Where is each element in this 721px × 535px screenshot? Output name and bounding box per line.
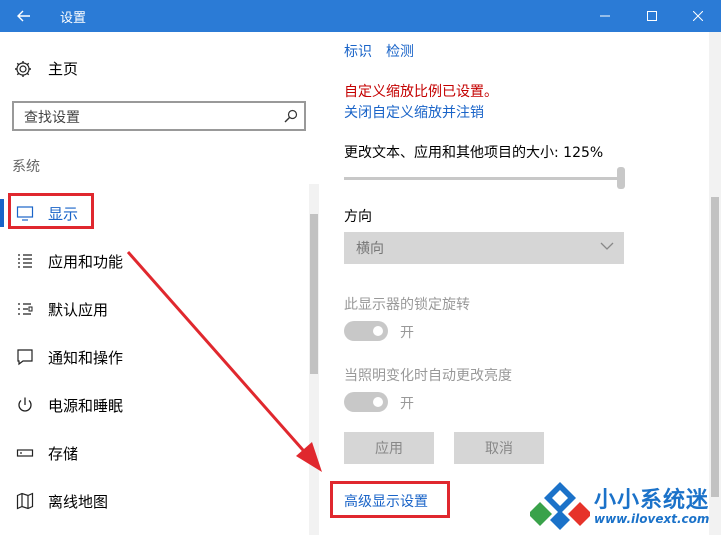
auto-brightness-state: 开: [400, 396, 414, 412]
display-links: 标识 检测: [344, 41, 428, 61]
watermark: 小小系统迷 www.ilovext.com: [530, 478, 720, 534]
title-bar: 设置: [0, 0, 721, 32]
sidebar-item-offline-maps[interactable]: 离线地图: [0, 481, 308, 521]
back-arrow-icon: [17, 10, 30, 22]
main-content: 标识 检测 自定义缩放比例已设置。 关闭自定义缩放并注销 更改文本、应用和其他项目…: [321, 32, 721, 535]
disable-custom-scale-link[interactable]: 关闭自定义缩放并注销: [344, 102, 484, 122]
close-button[interactable]: [675, 0, 721, 32]
toggle-knob: [373, 326, 383, 336]
sidebar-item-label: 通知和操作: [48, 349, 124, 367]
sidebar-item-label: 主页: [48, 60, 79, 78]
search-icon[interactable]: [284, 109, 298, 123]
gear-icon: [15, 60, 31, 77]
active-indicator: [0, 199, 4, 227]
minimize-button[interactable]: [582, 0, 628, 32]
sidebar-item-storage[interactable]: 存储: [0, 433, 308, 473]
list-icon: [16, 252, 34, 270]
rotation-lock-label: 此显示器的锁定旋转: [344, 297, 470, 313]
sidebar-item-power-sleep[interactable]: 电源和睡眠: [0, 385, 308, 425]
toggle-knob: [373, 397, 383, 407]
custom-scale-notice: 自定义缩放比例已设置。: [344, 84, 498, 100]
sidebar: 主页 查找设置 系统 显示 应用和功能 默认应用 通知和操作 电源和睡眠 存储 …: [0, 32, 321, 535]
back-button[interactable]: [0, 0, 48, 32]
power-icon: [16, 396, 34, 414]
sidebar-item-label: 应用和功能: [48, 253, 124, 271]
default-apps-icon: [16, 300, 34, 318]
sidebar-scrollbar-thumb[interactable]: [310, 214, 318, 374]
auto-brightness-toggle[interactable]: [344, 392, 388, 412]
map-icon: [16, 492, 34, 510]
rotation-lock-state: 开: [400, 325, 414, 341]
scale-slider-track[interactable]: [344, 177, 622, 180]
scale-label: 更改文本、应用和其他项目的大小: 125%: [344, 145, 604, 161]
sidebar-item-label: 默认应用: [48, 301, 109, 319]
content-scrollbar[interactable]: [709, 32, 721, 535]
watermark-logo-icon: [530, 482, 590, 530]
sidebar-scrollbar[interactable]: [309, 184, 319, 535]
sidebar-item-label: 存储: [48, 445, 79, 463]
auto-brightness-label: 当照明变化时自动更改亮度: [344, 368, 512, 384]
section-label: 系统: [12, 159, 40, 175]
cancel-button[interactable]: 取消: [454, 432, 544, 464]
advanced-display-settings-link[interactable]: 高级显示设置: [344, 491, 428, 511]
close-icon: [693, 11, 703, 21]
minimize-icon: [600, 15, 610, 17]
apply-button[interactable]: 应用: [344, 432, 434, 464]
maximize-button[interactable]: [629, 0, 675, 32]
sidebar-item-default-apps[interactable]: 默认应用: [0, 289, 308, 329]
storage-icon: [16, 444, 34, 462]
content-scrollbar-thumb[interactable]: [711, 197, 719, 497]
sidebar-item-label: 电源和睡眠: [48, 397, 124, 415]
maximize-icon: [647, 11, 657, 21]
identify-link[interactable]: 标识: [344, 44, 372, 60]
scale-slider-thumb[interactable]: [617, 167, 625, 189]
sidebar-item-apps-features[interactable]: 应用和功能: [0, 241, 308, 281]
watermark-brand: 小小系统迷: [594, 488, 710, 513]
notification-icon: [16, 348, 34, 366]
chevron-down-icon: [600, 242, 614, 250]
annotation-box-display: [8, 193, 94, 229]
orientation-dropdown[interactable]: 横向: [344, 232, 624, 264]
sidebar-item-home[interactable]: 主页: [14, 58, 78, 79]
sidebar-item-label: 离线地图: [48, 493, 109, 511]
detect-link[interactable]: 检测: [386, 44, 414, 60]
rotation-lock-toggle[interactable]: [344, 321, 388, 341]
orientation-value: 横向: [356, 241, 384, 257]
orientation-label: 方向: [344, 209, 372, 225]
search-input[interactable]: 查找设置: [12, 101, 306, 131]
window-title: 设置: [60, 11, 87, 26]
watermark-url: www.ilovext.com: [594, 512, 710, 526]
sidebar-item-notifications[interactable]: 通知和操作: [0, 337, 308, 377]
search-placeholder: 查找设置: [24, 110, 80, 126]
